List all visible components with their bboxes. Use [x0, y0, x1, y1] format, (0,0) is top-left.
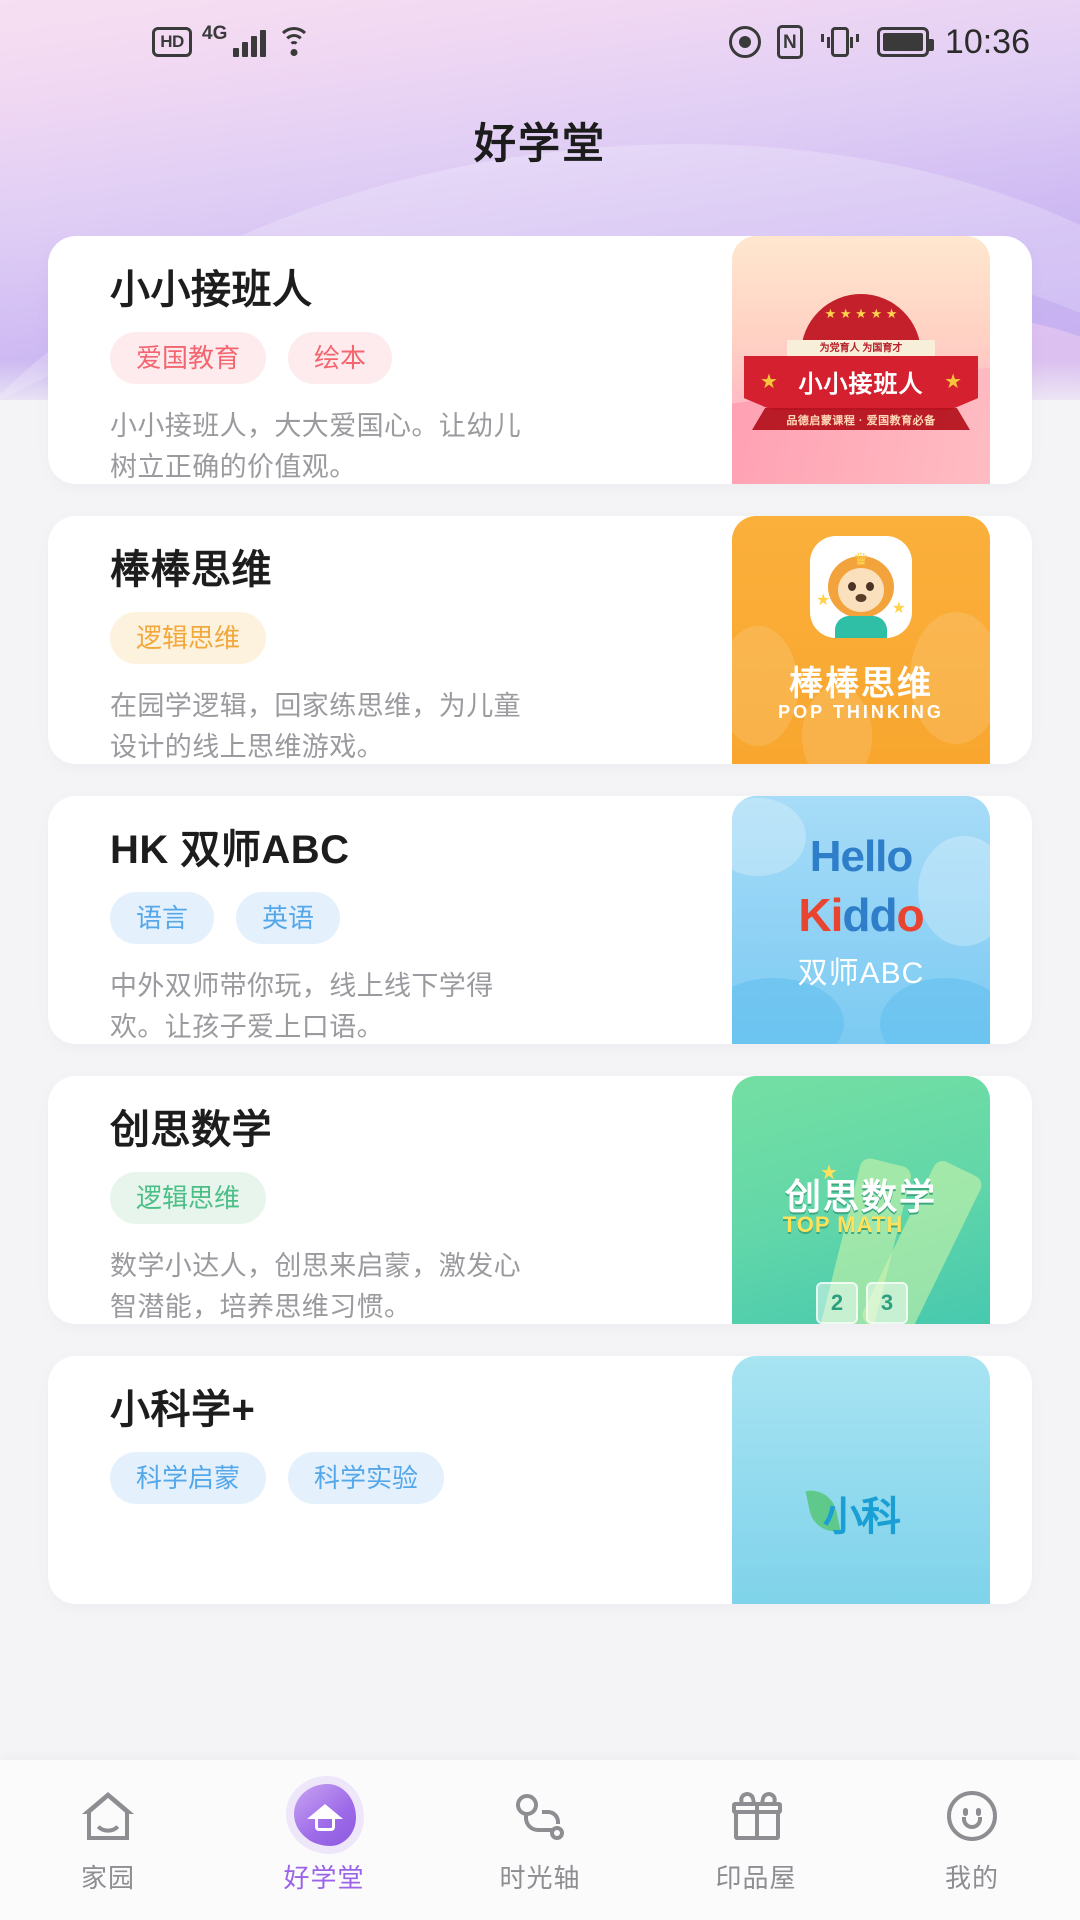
banner-sub-text: 品德启蒙课程 · 爱国教育必备 [786, 415, 936, 427]
course-tag[interactable]: 科学启蒙 [110, 1452, 267, 1504]
tab-haoxuetang[interactable]: 好学堂 [216, 1760, 432, 1895]
course-thumbnail[interactable]: ♛ ★ ★ 棒棒思维 POP THINKING [732, 516, 990, 764]
tab-profile[interactable]: 我的 [864, 1760, 1080, 1895]
tab-label: 好学堂 [283, 1863, 365, 1893]
banner-top-text: 为党育人 为国育才 [787, 340, 935, 358]
course-thumbnail[interactable]: 2 3 ★ 创思数学 TOP MATH [732, 1076, 990, 1324]
thumbnail-kiddo-text: Kiddo [732, 888, 990, 942]
thumbnail-en-name: TOP MATH [782, 1212, 904, 1237]
battery-icon [876, 27, 934, 57]
bottom-tab-bar: 家园 好学堂 时光轴 印品屋 我的 [0, 1760, 1080, 1920]
home-icon [74, 1782, 142, 1850]
course-tag[interactable]: 爱国教育 [110, 332, 267, 384]
course-thumbnail[interactable]: Hello Kiddo 双师ABC [732, 796, 990, 1044]
lion-mascot-icon: ♛ ★ ★ [810, 536, 912, 638]
thumbnail-cn-name: 棒棒思维 [789, 665, 933, 703]
course-tag[interactable]: 绘本 [288, 332, 393, 384]
kiddo-part-3: o [896, 889, 925, 941]
signal-bars-icon [233, 27, 267, 57]
smiley-icon [938, 1782, 1006, 1850]
wifi-icon [276, 27, 312, 57]
course-description: 中外双师带你玩，线上线下学得欢。让孩子爱上口语。 [110, 971, 494, 1043]
thumbnail-cn-name: 双师ABC [797, 957, 925, 990]
course-card[interactable]: 小小接班人 爱国教育 绘本 小小接班人，大大爱国心。让幼儿树立正确的价值观。 ★… [48, 236, 1032, 484]
course-list[interactable]: 小小接班人 爱国教育 绘本 小小接班人，大大爱国心。让幼儿树立正确的价值观。 ★… [0, 236, 1080, 1760]
course-tag[interactable]: 科学实验 [288, 1452, 445, 1504]
course-tag[interactable]: 语言 [110, 892, 215, 944]
course-thumbnail[interactable]: 小科 [732, 1356, 990, 1604]
thumbnail-hello-text: Hello [809, 832, 914, 881]
app-screen: HD 4G N 10:36 好学堂 小小接班人 爱国教育 绘本 小小接班人，大大… [0, 0, 1080, 1920]
number-cube: 2 [816, 1282, 858, 1324]
thumbnail-en-name: POP THINKING [778, 702, 944, 722]
course-tag[interactable]: 英语 [236, 892, 341, 944]
tab-home[interactable]: 家园 [0, 1760, 216, 1895]
page-title: 好学堂 [473, 120, 606, 167]
course-card[interactable]: HK 双师ABC 语言 英语 中外双师带你玩，线上线下学得欢。让孩子爱上口语。 … [48, 796, 1032, 1044]
status-bar-right: N 10:36 [728, 22, 1030, 62]
hd-icon: HD [152, 27, 192, 57]
timeline-icon [506, 1782, 574, 1850]
status-bar-left: HD 4G [152, 23, 312, 57]
thumbnail-logo-text: 小科 [823, 1495, 901, 1539]
course-description: 数学小达人，创思来启蒙，激发心智潜能，培养思维习惯。 [110, 1251, 521, 1323]
course-card[interactable]: 小科学+ 科学启蒙 科学实验 小科 [48, 1356, 1032, 1604]
tab-gift-shop[interactable]: 印品屋 [648, 1760, 864, 1895]
number-cube: 3 [866, 1282, 908, 1324]
course-card[interactable]: 创思数学 逻辑思维 数学小达人，创思来启蒙，激发心智潜能，培养思维习惯。 2 3… [48, 1076, 1032, 1324]
course-description: 在园学逻辑，回家练思维，为儿童设计的线上思维游戏。 [110, 691, 521, 763]
kiddo-part-2: dd [842, 889, 897, 941]
tab-label: 时光轴 [499, 1863, 581, 1893]
gift-icon [722, 1782, 790, 1850]
graduation-cap-icon [290, 1782, 358, 1850]
course-card[interactable]: 棒棒思维 逻辑思维 在园学逻辑，回家练思维，为儿童设计的线上思维游戏。 ♛ ★ ★… [48, 516, 1032, 764]
eye-care-icon [728, 26, 761, 58]
tab-timeline[interactable]: 时光轴 [432, 1760, 648, 1895]
status-bar-clock: 10:36 [944, 22, 1030, 61]
kiddo-part-1: Ki [798, 889, 843, 941]
nfc-icon: N [776, 25, 803, 59]
tab-label: 我的 [944, 1863, 999, 1893]
banner-stars: ★ ★ ★ ★ ★ [824, 306, 898, 321]
course-tag[interactable]: 逻辑思维 [110, 612, 267, 664]
status-bar: HD 4G N 10:36 [0, 0, 1080, 84]
vibrate-icon [819, 25, 861, 59]
course-thumbnail[interactable]: ★ ★ ★ ★ ★ 为党育人 为国育才 ★ ★ 小小接班人 品德启蒙课程 · 爱… [732, 236, 990, 484]
4g-icon: 4G [202, 23, 228, 44]
tab-label: 印品屋 [715, 1863, 797, 1893]
tab-label: 家园 [80, 1863, 135, 1893]
course-description: 小小接班人，大大爱国心。让幼儿树立正确的价值观。 [110, 411, 521, 483]
course-tag[interactable]: 逻辑思维 [110, 1172, 267, 1224]
banner-title: 小小接班人 [798, 371, 924, 398]
